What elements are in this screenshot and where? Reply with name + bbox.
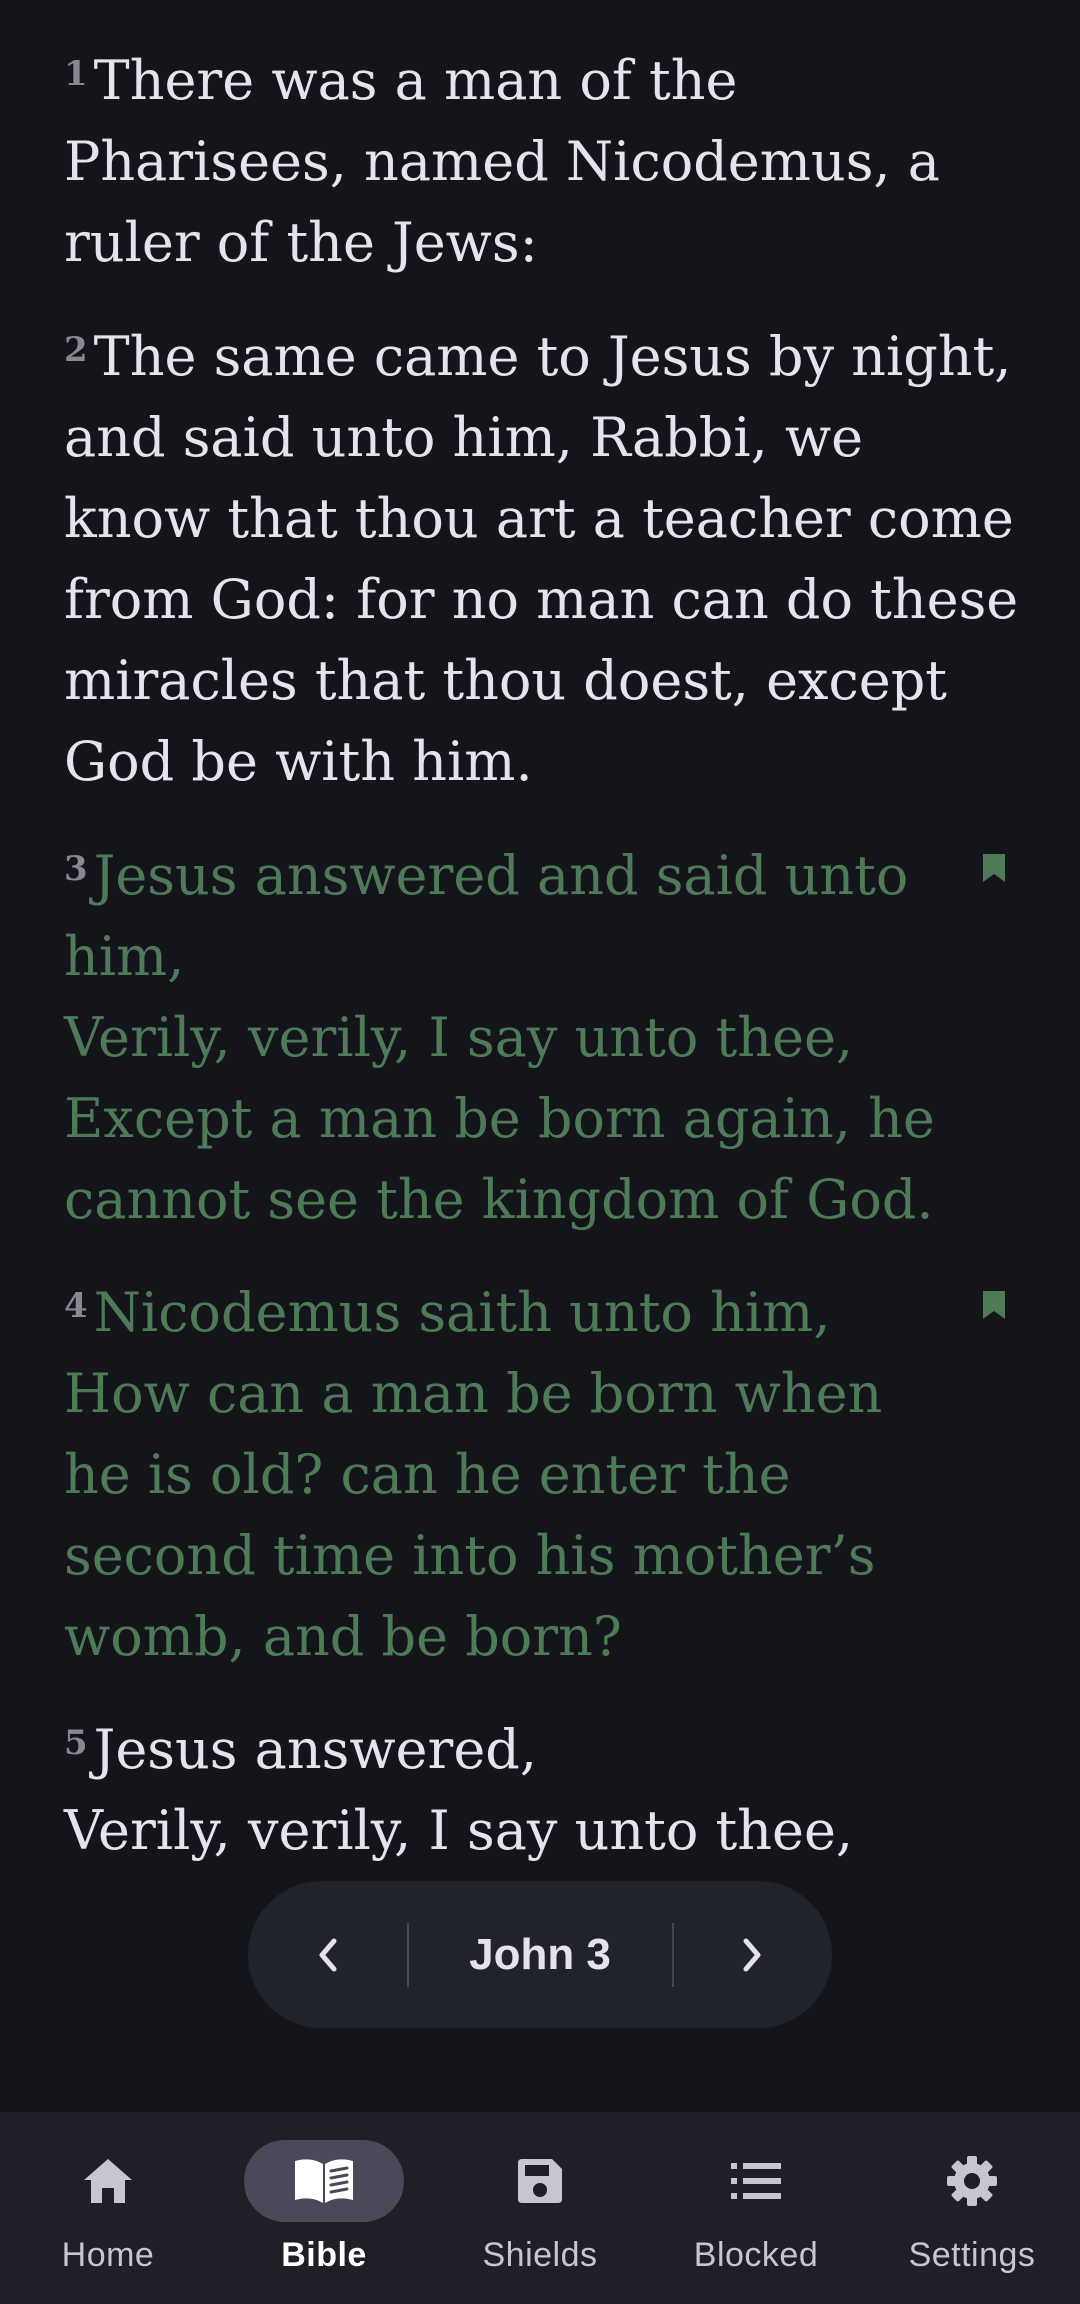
home-icon bbox=[84, 2159, 132, 2203]
tab-label: Home bbox=[61, 2236, 155, 2274]
next-chapter-button[interactable] bbox=[672, 1881, 832, 2028]
verse-1[interactable]: 1 There was a man of the Pharisees, named… bbox=[64, 40, 1024, 283]
tab-shields[interactable]: Shields bbox=[432, 2112, 648, 2304]
verse-text: The same came to Jesus by night, and sai… bbox=[64, 325, 1036, 793]
verse-text: Jesus answered and said unto him, Verily… bbox=[64, 844, 935, 1231]
bookmark-icon[interactable] bbox=[981, 1289, 1007, 1321]
tab-indicator bbox=[460, 2140, 620, 2222]
verse-number: 5 bbox=[64, 1723, 88, 1763]
verse-3[interactable]: 3 Jesus answered and said unto him, Veril… bbox=[64, 835, 944, 1240]
list-icon bbox=[731, 2163, 781, 2199]
verse-number: 1 bbox=[64, 54, 88, 94]
save-icon bbox=[518, 2159, 562, 2203]
verse-number: 4 bbox=[64, 1286, 88, 1326]
tab-bible[interactable]: Bible bbox=[216, 2112, 432, 2304]
verse-4[interactable]: 4 Nicodemus saith unto him, How can a man… bbox=[64, 1272, 944, 1677]
bible-reader[interactable]: 1 There was a man of the Pharisees, named… bbox=[0, 0, 1080, 1882]
chapter-navigator: John 3 bbox=[248, 1881, 832, 2028]
verse-text: There was a man of the Pharisees, named … bbox=[64, 49, 958, 274]
tab-indicator bbox=[244, 2140, 404, 2222]
tab-indicator bbox=[676, 2140, 836, 2222]
verse-text: Jesus answered, Verily, verily, I say un… bbox=[64, 1718, 854, 1862]
verse-number: 2 bbox=[64, 330, 88, 370]
tab-indicator bbox=[892, 2140, 1052, 2222]
tab-blocked[interactable]: Blocked bbox=[648, 2112, 864, 2304]
verse-text: Nicodemus saith unto him, How can a man … bbox=[64, 1281, 883, 1668]
bottom-navigation: Home Bible Shields Blocked Settings bbox=[0, 2112, 1080, 2304]
verse-2[interactable]: 2 The same came to Jesus by night, and sa… bbox=[64, 316, 1024, 802]
chevron-left-icon bbox=[319, 1938, 337, 1971]
book-icon bbox=[295, 2159, 353, 2203]
chapter-selector[interactable]: John 3 bbox=[408, 1881, 672, 2028]
tab-indicator bbox=[28, 2140, 188, 2222]
chevron-right-icon bbox=[743, 1938, 761, 1971]
tab-label: Settings bbox=[908, 2236, 1036, 2274]
tab-label: Bible bbox=[281, 2236, 367, 2274]
tab-settings[interactable]: Settings bbox=[864, 2112, 1080, 2304]
verse-5[interactable]: 5 Jesus answered, Verily, verily, I say u… bbox=[64, 1709, 1024, 1871]
verse-number: 3 bbox=[64, 849, 88, 889]
bookmark-icon[interactable] bbox=[981, 852, 1007, 884]
tab-label: Blocked bbox=[693, 2236, 819, 2274]
tab-label: Shields bbox=[482, 2236, 598, 2274]
gear-icon bbox=[947, 2156, 997, 2206]
tab-home[interactable]: Home bbox=[0, 2112, 216, 2304]
previous-chapter-button[interactable] bbox=[248, 1881, 408, 2028]
